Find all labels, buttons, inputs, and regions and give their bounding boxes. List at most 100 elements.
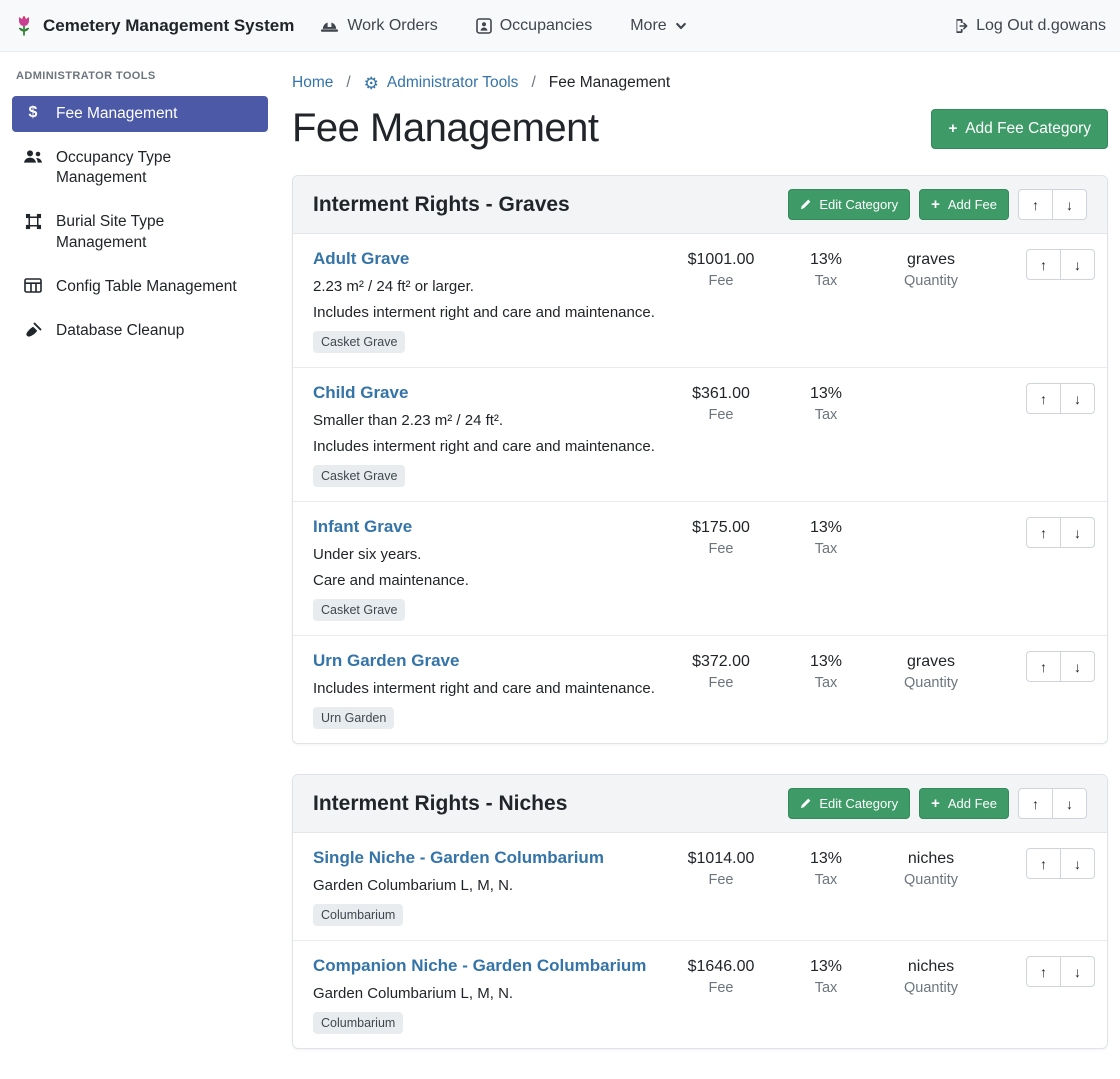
fee-amount-label: Fee xyxy=(661,872,781,888)
fee-tax-label: Tax xyxy=(781,872,871,888)
nav-occupancies-label: Occupancies xyxy=(500,17,593,35)
move-fee-up-button[interactable]: ↑ xyxy=(1026,517,1061,548)
nav-more[interactable]: More xyxy=(630,17,686,35)
fee-name[interactable]: Companion Niche - Garden Columbarium xyxy=(313,956,646,976)
category-header: Interment Rights - Niches Edit Category … xyxy=(293,775,1107,833)
main-nav: Work Orders Occupancies More xyxy=(320,17,686,35)
fee-details: Adult Grave 2.23 m² / 24 ft² or larger. … xyxy=(313,249,661,353)
arrow-down-icon: ↓ xyxy=(1074,856,1081,872)
fee-details: Infant Grave Under six years. Care and m… xyxy=(313,517,661,621)
add-fee-category-button[interactable]: + Add Fee Category xyxy=(931,109,1108,149)
fee-row-actions: ↑ ↓ xyxy=(1026,517,1095,548)
fee-row-actions: ↑ ↓ xyxy=(1026,956,1095,987)
fee-reorder-group: ↑ ↓ xyxy=(1026,651,1095,682)
fee-badge: Casket Grave xyxy=(313,599,405,621)
plus-icon: + xyxy=(948,121,957,136)
fee-amount-label: Fee xyxy=(661,675,781,691)
fee-name[interactable]: Single Niche - Garden Columbarium xyxy=(313,848,604,868)
move-fee-up-button[interactable]: ↑ xyxy=(1026,956,1061,987)
arrow-up-icon: ↑ xyxy=(1040,659,1047,675)
edit-category-button[interactable]: Edit Category xyxy=(788,788,910,819)
pencil-icon xyxy=(800,199,811,210)
fee-name[interactable]: Infant Grave xyxy=(313,517,412,537)
move-fee-down-button[interactable]: ↓ xyxy=(1060,249,1095,280)
fee-amount: $361.00 xyxy=(661,385,781,403)
fee-desc-2: Includes interment right and care and ma… xyxy=(313,438,661,455)
add-fee-button[interactable]: + Add Fee xyxy=(919,189,1009,220)
fee-desc-1: Garden Columbarium L, M, N. xyxy=(313,985,661,1002)
move-fee-up-button[interactable]: ↑ xyxy=(1026,651,1061,682)
fee-details: Companion Niche - Garden Columbarium Gar… xyxy=(313,956,661,1034)
fee-desc-1: Smaller than 2.23 m² / 24 ft². xyxy=(313,412,661,429)
arrow-down-icon: ↓ xyxy=(1066,796,1073,812)
category-actions: Edit Category + Add Fee ↑ ↓ xyxy=(788,189,1087,220)
move-fee-down-button[interactable]: ↓ xyxy=(1060,651,1095,682)
sidebar-item-database-cleanup[interactable]: Database Cleanup xyxy=(12,313,268,349)
fee-name[interactable]: Adult Grave xyxy=(313,249,409,269)
fee-badge: Urn Garden xyxy=(313,707,394,729)
fee-tax-label: Tax xyxy=(781,541,871,557)
category-header: Interment Rights - Graves Edit Category … xyxy=(293,176,1107,234)
arrow-up-icon: ↑ xyxy=(1040,257,1047,273)
nav-work-orders[interactable]: Work Orders xyxy=(320,17,437,35)
move-fee-up-button[interactable]: ↑ xyxy=(1026,249,1061,280)
fee-quantity-cell: graves Quantity xyxy=(871,651,991,691)
move-category-up-button[interactable]: ↑ xyxy=(1018,189,1053,220)
fee-amount: $1646.00 xyxy=(661,958,781,976)
app-brand: Cemetery Management System xyxy=(14,14,294,38)
page-title: Fee Management xyxy=(292,106,599,151)
move-fee-up-button[interactable]: ↑ xyxy=(1026,848,1061,879)
add-fee-button[interactable]: + Add Fee xyxy=(919,788,1009,819)
fee-reorder-group: ↑ ↓ xyxy=(1026,956,1095,987)
logout-link[interactable]: Log Out d.gowans xyxy=(950,17,1106,35)
hard-hat-icon xyxy=(320,18,339,34)
fee-badge: Casket Grave xyxy=(313,465,405,487)
plus-icon: + xyxy=(931,796,940,811)
move-fee-down-button[interactable]: ↓ xyxy=(1060,956,1095,987)
fee-amount-cell: $361.00 Fee xyxy=(661,383,781,423)
move-category-down-button[interactable]: ↓ xyxy=(1052,189,1087,220)
sidebar-item-fee-management[interactable]: $ Fee Management xyxy=(12,96,268,132)
breadcrumb-home[interactable]: Home xyxy=(292,74,333,92)
sidebar-item-occupancy-type-management[interactable]: Occupancy Type Management xyxy=(12,140,268,196)
breadcrumb-current: Fee Management xyxy=(549,74,671,92)
fee-badge: Casket Grave xyxy=(313,331,405,353)
breadcrumb-separator: / xyxy=(346,74,350,92)
sidebar-item-config-table-management[interactable]: Config Table Management xyxy=(12,269,268,305)
sidebar-item-burial-site-type-management[interactable]: Burial Site Type Management xyxy=(12,204,268,260)
fee-amount-cell: $175.00 Fee xyxy=(661,517,781,557)
fee-tax: 13% xyxy=(781,958,871,976)
nav-occupancies[interactable]: Occupancies xyxy=(476,17,593,35)
fee-row: Child Grave Smaller than 2.23 m² / 24 ft… xyxy=(293,368,1107,502)
fee-row-actions: ↑ ↓ xyxy=(1026,383,1095,414)
plus-icon: + xyxy=(931,197,940,212)
breadcrumb-admin-tools[interactable]: ⚙ Administrator Tools xyxy=(364,74,519,92)
move-fee-down-button[interactable]: ↓ xyxy=(1060,848,1095,879)
fee-amount-label: Fee xyxy=(661,407,781,423)
fee-quantity-cell: graves Quantity xyxy=(871,249,991,289)
gear-icon: ⚙ xyxy=(364,75,379,92)
move-fee-down-button[interactable]: ↓ xyxy=(1060,517,1095,548)
fee-name[interactable]: Child Grave xyxy=(313,383,408,403)
fee-tax-label: Tax xyxy=(781,675,871,691)
edit-category-button[interactable]: Edit Category xyxy=(788,189,910,220)
fee-desc-1: Under six years. xyxy=(313,546,661,563)
fee-reorder-group: ↑ ↓ xyxy=(1026,848,1095,879)
move-fee-down-button[interactable]: ↓ xyxy=(1060,383,1095,414)
fee-desc-2: Care and maintenance. xyxy=(313,572,661,589)
occupancy-badge-icon xyxy=(476,18,492,34)
fee-tax-cell: 13% Tax xyxy=(781,383,871,423)
move-fee-up-button[interactable]: ↑ xyxy=(1026,383,1061,414)
move-category-up-button[interactable]: ↑ xyxy=(1018,788,1053,819)
fee-amount-cell: $372.00 Fee xyxy=(661,651,781,691)
fee-row: Single Niche - Garden Columbarium Garden… xyxy=(293,833,1107,941)
move-category-down-button[interactable]: ↓ xyxy=(1052,788,1087,819)
fee-tax-cell: 13% Tax xyxy=(781,249,871,289)
fee-name[interactable]: Urn Garden Grave xyxy=(313,651,459,671)
breadcrumb-separator: / xyxy=(531,74,535,92)
fee-amount-label: Fee xyxy=(661,273,781,289)
fee-quantity-cell: niches Quantity xyxy=(871,848,991,888)
fee-desc-1: 2.23 m² / 24 ft² or larger. xyxy=(313,278,661,295)
sidebar-item-label: Occupancy Type Management xyxy=(56,148,258,188)
add-fee-category-label: Add Fee Category xyxy=(965,120,1091,138)
